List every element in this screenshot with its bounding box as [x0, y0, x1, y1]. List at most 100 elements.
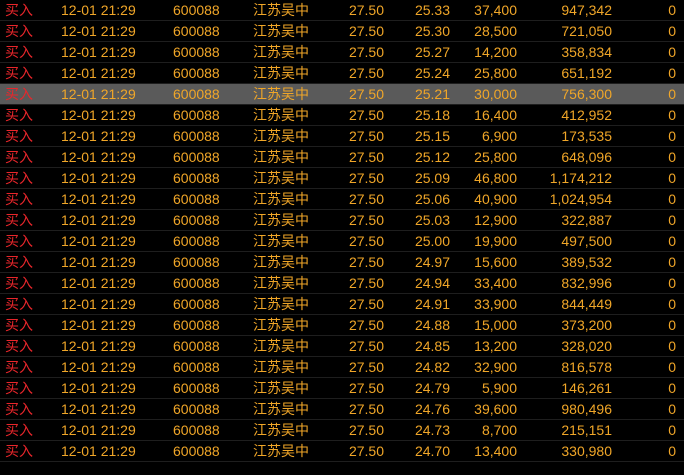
table-row[interactable]: 买入 12-01 21:29 600088 江苏吴中 27.50 24.94 33,400 8… [0, 273, 684, 294]
stock-name-cell: 江苏吴中 [253, 233, 309, 249]
price-cell: 27.50 [348, 23, 384, 39]
flag-cell: 0 [668, 86, 676, 102]
flag-cell: 0 [668, 65, 676, 81]
stock-name-cell: 江苏吴中 [253, 128, 309, 144]
stock-code-cell: 600088 [173, 338, 220, 354]
stock-code-cell: 600088 [173, 44, 220, 60]
stock-name-cell: 江苏吴中 [253, 170, 309, 186]
cost-cell: 24.97 [414, 254, 450, 270]
quantity-cell: 30,000 [474, 86, 517, 102]
quantity-cell: 25,800 [474, 65, 517, 81]
flag-cell: 0 [668, 275, 676, 291]
table-row[interactable]: 买入 12-01 21:29 600088 江苏吴中 27.50 25.00 19,900 4… [0, 231, 684, 252]
table-row[interactable]: 买入 12-01 21:29 600088 江苏吴中 27.50 25.27 14,200 3… [0, 42, 684, 63]
table-row[interactable]: 买入 12-01 21:29 600088 江苏吴中 27.50 24.76 39,600 9… [0, 399, 684, 420]
time-cell: 12-01 21:29 [61, 128, 136, 144]
quantity-cell: 8,700 [481, 422, 517, 438]
amount-cell: 322,887 [561, 212, 612, 228]
table-row[interactable]: 买入 12-01 21:29 600088 江苏吴中 27.50 25.12 25,800 6… [0, 147, 684, 168]
table-row[interactable]: 买入 12-01 21:29 600088 江苏吴中 27.50 25.18 16,400 4… [0, 105, 684, 126]
quantity-cell: 12,900 [474, 212, 517, 228]
stock-code-cell: 600088 [173, 422, 220, 438]
stock-name-cell: 江苏吴中 [253, 107, 309, 123]
flag-cell: 0 [668, 2, 676, 18]
table-row[interactable]: 买入 12-01 21:29 600088 江苏吴中 27.50 24.97 15,600 3… [0, 252, 684, 273]
stock-name-cell: 江苏吴中 [253, 149, 309, 165]
amount-cell: 816,578 [561, 359, 612, 375]
quantity-cell: 46,800 [474, 170, 517, 186]
stock-name-cell: 江苏吴中 [253, 254, 309, 270]
table-row[interactable]: 买入 12-01 21:29 600088 江苏吴中 27.50 25.24 25,800 6… [0, 63, 684, 84]
price-cell: 27.50 [348, 191, 384, 207]
direction-cell: 买入 [5, 359, 33, 375]
time-cell: 12-01 21:29 [61, 170, 136, 186]
price-cell: 27.50 [348, 296, 384, 312]
flag-cell: 0 [668, 401, 676, 417]
amount-cell: 146,261 [561, 380, 612, 396]
stock-code-cell: 600088 [173, 380, 220, 396]
direction-cell: 买入 [5, 254, 33, 270]
table-row[interactable]: 买入 12-01 21:29 600088 江苏吴中 27.50 24.70 13,400 3… [0, 441, 684, 462]
flag-cell: 0 [668, 254, 676, 270]
table-row[interactable]: 买入 12-01 21:29 600088 江苏吴中 27.50 24.91 33,900 8… [0, 294, 684, 315]
table-row[interactable]: 买入 12-01 21:29 600088 江苏吴中 27.50 25.06 40,900 1… [0, 189, 684, 210]
amount-cell: 947,342 [561, 2, 612, 18]
stock-code-cell: 600088 [173, 401, 220, 417]
flag-cell: 0 [668, 359, 676, 375]
stock-code-cell: 600088 [173, 86, 220, 102]
table-row[interactable]: 买入 12-01 21:29 600088 江苏吴中 27.50 24.73 8,700 21… [0, 420, 684, 441]
time-cell: 12-01 21:29 [61, 443, 136, 459]
flag-cell: 0 [668, 443, 676, 459]
table-row[interactable]: 买入 12-01 21:29 600088 江苏吴中 27.50 25.21 30,000 7… [0, 84, 684, 105]
quantity-cell: 33,400 [474, 275, 517, 291]
table-row[interactable]: 买入 12-01 21:29 600088 江苏吴中 27.50 25.09 46,800 1… [0, 168, 684, 189]
amount-cell: 373,200 [561, 317, 612, 333]
time-cell: 12-01 21:29 [61, 317, 136, 333]
quantity-cell: 16,400 [474, 107, 517, 123]
cost-cell: 24.91 [414, 296, 450, 312]
stock-name-cell: 江苏吴中 [253, 86, 309, 102]
time-cell: 12-01 21:29 [61, 275, 136, 291]
stock-code-cell: 600088 [173, 128, 220, 144]
cost-cell: 25.09 [414, 170, 450, 186]
time-cell: 12-01 21:29 [61, 86, 136, 102]
quantity-cell: 14,200 [474, 44, 517, 60]
flag-cell: 0 [668, 422, 676, 438]
flag-cell: 0 [668, 380, 676, 396]
flag-cell: 0 [668, 212, 676, 228]
quantity-cell: 13,200 [474, 338, 517, 354]
amount-cell: 756,300 [561, 86, 612, 102]
stock-name-cell: 江苏吴中 [253, 422, 309, 438]
table-row[interactable]: 买入 12-01 21:29 600088 江苏吴中 27.50 24.88 15,000 3… [0, 315, 684, 336]
direction-cell: 买入 [5, 65, 33, 81]
amount-cell: 844,449 [561, 296, 612, 312]
amount-cell: 412,952 [561, 107, 612, 123]
amount-cell: 832,996 [561, 275, 612, 291]
price-cell: 27.50 [348, 380, 384, 396]
amount-cell: 328,020 [561, 338, 612, 354]
table-row[interactable]: 买入 12-01 21:29 600088 江苏吴中 27.50 25.33 37,400 9… [0, 0, 684, 21]
stock-name-cell: 江苏吴中 [253, 296, 309, 312]
cost-cell: 25.03 [414, 212, 450, 228]
cost-cell: 24.76 [414, 401, 450, 417]
table-row[interactable]: 买入 12-01 21:29 600088 江苏吴中 27.50 24.82 32,900 8… [0, 357, 684, 378]
direction-cell: 买入 [5, 317, 33, 333]
time-cell: 12-01 21:29 [61, 44, 136, 60]
cost-cell: 25.00 [414, 233, 450, 249]
direction-cell: 买入 [5, 44, 33, 60]
table-row[interactable]: 买入 12-01 21:29 600088 江苏吴中 27.50 24.85 13,200 3… [0, 336, 684, 357]
time-cell: 12-01 21:29 [61, 338, 136, 354]
stock-code-cell: 600088 [173, 149, 220, 165]
quantity-cell: 19,900 [474, 233, 517, 249]
direction-cell: 买入 [5, 338, 33, 354]
stock-name-cell: 江苏吴中 [253, 443, 309, 459]
price-cell: 27.50 [348, 254, 384, 270]
time-cell: 12-01 21:29 [61, 422, 136, 438]
time-cell: 12-01 21:29 [61, 191, 136, 207]
table-row[interactable]: 买入 12-01 21:29 600088 江苏吴中 27.50 25.15 6,900 17… [0, 126, 684, 147]
flag-cell: 0 [668, 191, 676, 207]
table-row[interactable]: 买入 12-01 21:29 600088 江苏吴中 27.50 25.30 28,500 7… [0, 21, 684, 42]
table-row[interactable]: 买入 12-01 21:29 600088 江苏吴中 27.50 24.79 5,900 14… [0, 378, 684, 399]
stock-code-cell: 600088 [173, 65, 220, 81]
table-row[interactable]: 买入 12-01 21:29 600088 江苏吴中 27.50 25.03 12,900 3… [0, 210, 684, 231]
